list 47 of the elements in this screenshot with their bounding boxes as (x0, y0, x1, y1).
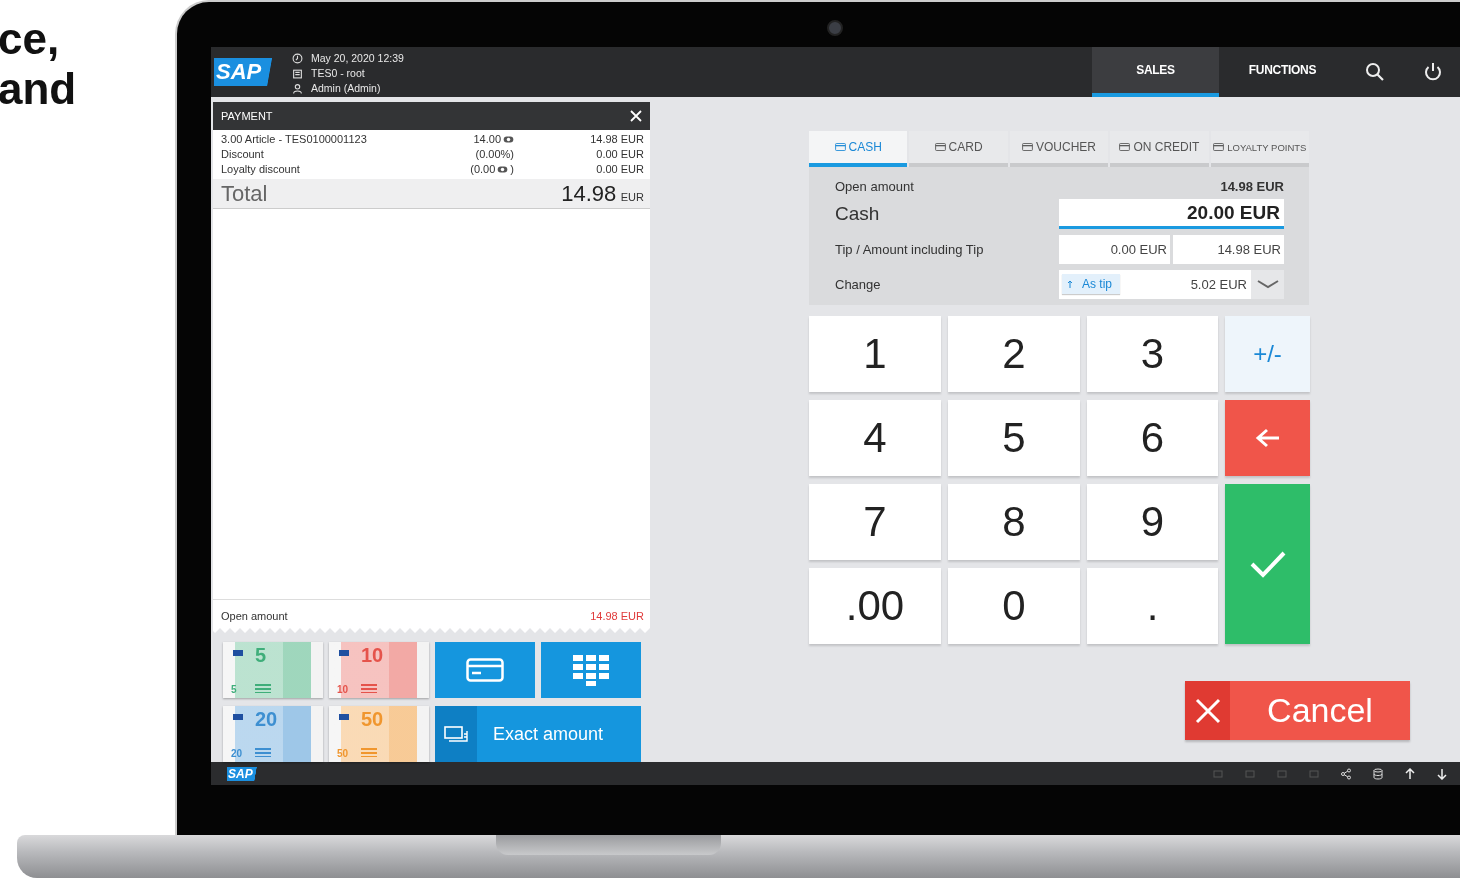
line-amount: 0.00 EUR (595, 147, 644, 162)
payment-tab[interactable]: LOYALTY POINTS (1210, 131, 1310, 167)
change-label: Change (835, 276, 881, 292)
digit-key[interactable]: 0 (948, 568, 1080, 644)
nav-tab[interactable]: SALES (1092, 47, 1219, 97)
user-name: Admin (Admin) (311, 82, 381, 94)
payment-tab[interactable]: ON CREDIT (1110, 131, 1209, 167)
line-description: 3.00 Article - TES0100001123 (221, 132, 368, 147)
store-name: TES0 - root (311, 67, 365, 79)
tip-input[interactable]: 0.00 EUR (1059, 234, 1170, 264)
payment-tab[interactable]: CARD (909, 131, 1008, 167)
tip-label: Tip / Amount including Tip (835, 241, 984, 257)
digit-key[interactable]: 9 (1087, 484, 1218, 560)
panel-title: PAYMENT (221, 110, 273, 122)
date-time: May 20, 2020 12:39 (311, 52, 404, 64)
open-amount-value: 14.98 EUR (590, 610, 644, 622)
line-quantity: (0.00%) (475, 147, 514, 162)
total-currency: EUR (620, 190, 644, 203)
line-description: Loyalty discount (221, 162, 301, 177)
tip-total-input[interactable]: 14.98 EUR (1173, 234, 1284, 264)
digit-key[interactable]: 2 (948, 316, 1080, 392)
caption-text: ce, (0, 14, 61, 64)
digit-key[interactable]: .00 (809, 568, 941, 644)
line-quantity: (0.00 (470, 162, 496, 177)
line-description: Discount (221, 147, 265, 162)
open-amount-label: Open amount (221, 610, 288, 622)
digit-key[interactable]: . (1087, 568, 1218, 644)
line-amount: 14.98 EUR (589, 132, 644, 147)
cash-label: Cash (835, 203, 880, 225)
digit-key[interactable]: 3 (1087, 316, 1218, 392)
total-value: 14.98 (561, 180, 617, 206)
digit-key[interactable]: 6 (1087, 400, 1218, 476)
digit-key[interactable]: 1 (809, 316, 941, 392)
line-amount: 0.00 EUR (595, 162, 644, 177)
change-value: 5.02 EUR (1190, 276, 1247, 292)
open-amount-label: Open amount (835, 178, 914, 194)
digit-key[interactable]: 5 (948, 400, 1080, 476)
digit-key[interactable]: 7 (809, 484, 941, 560)
total-label: Total (221, 180, 268, 207)
digit-key[interactable]: 4 (809, 400, 941, 476)
line-quantity-paren: ) (510, 162, 514, 177)
digit-key[interactable]: 8 (948, 484, 1080, 560)
open-amount-value: 14.98 EUR (1220, 178, 1284, 194)
payment-tab[interactable]: VOUCHER (1009, 131, 1109, 167)
payment-tab[interactable]: CASH (809, 131, 908, 167)
cash-input[interactable]: 20.00 EUR (1059, 199, 1284, 229)
line-quantity: 14.00 (473, 132, 501, 147)
